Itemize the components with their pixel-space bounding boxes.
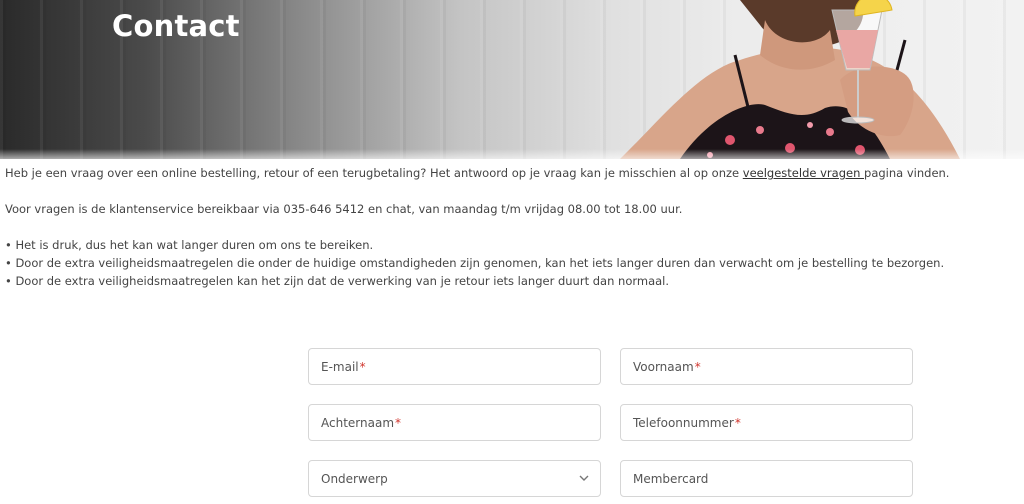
notice-bullet: • Door de extra veiligheidsmaatregelen d… — [5, 256, 945, 270]
phone-field[interactable]: Telefoonnummer* — [620, 404, 913, 441]
intro-paragraph: Heb je een vraag over een online bestell… — [5, 164, 1015, 182]
intro-text-before: Heb je een vraag over een online bestell… — [5, 166, 743, 180]
intro-text-after: pagina vinden. — [864, 166, 950, 180]
required-marker: * — [395, 416, 402, 430]
hero-banner: Contact — [0, 0, 1024, 159]
required-marker: * — [359, 360, 366, 374]
chevron-down-icon — [579, 475, 589, 481]
required-marker: * — [734, 416, 741, 430]
hero-fade — [0, 149, 1024, 159]
first-name-field-label: Voornaam* — [633, 360, 701, 374]
membercard-field[interactable]: Membercard — [620, 460, 913, 497]
email-field-label: E-mail* — [321, 360, 366, 374]
first-name-field[interactable]: Voornaam* — [620, 348, 913, 385]
page-title: Contact — [112, 9, 240, 43]
faq-link[interactable]: veelgestelde vragen — [743, 166, 864, 180]
intro-text: Heb je een vraag over een online bestell… — [5, 164, 1015, 290]
email-field[interactable]: E-mail* — [308, 348, 601, 385]
notice-bullet: • Het is druk, dus het kan wat langer du… — [5, 238, 374, 252]
subject-select-label: Onderwerp — [321, 472, 388, 486]
last-name-field[interactable]: Achternaam* — [308, 404, 601, 441]
notice-bullet: • Door de extra veiligheidsmaatregelen k… — [5, 274, 670, 288]
membercard-field-label: Membercard — [633, 472, 709, 486]
subject-select[interactable]: Onderwerp — [308, 460, 601, 497]
phone-field-label: Telefoonnummer* — [633, 416, 741, 430]
service-hours-text: Voor vragen is de klantenservice bereikb… — [5, 202, 683, 216]
required-marker: * — [694, 360, 701, 374]
hero-photo — [620, 0, 960, 159]
last-name-field-label: Achternaam* — [321, 416, 402, 430]
